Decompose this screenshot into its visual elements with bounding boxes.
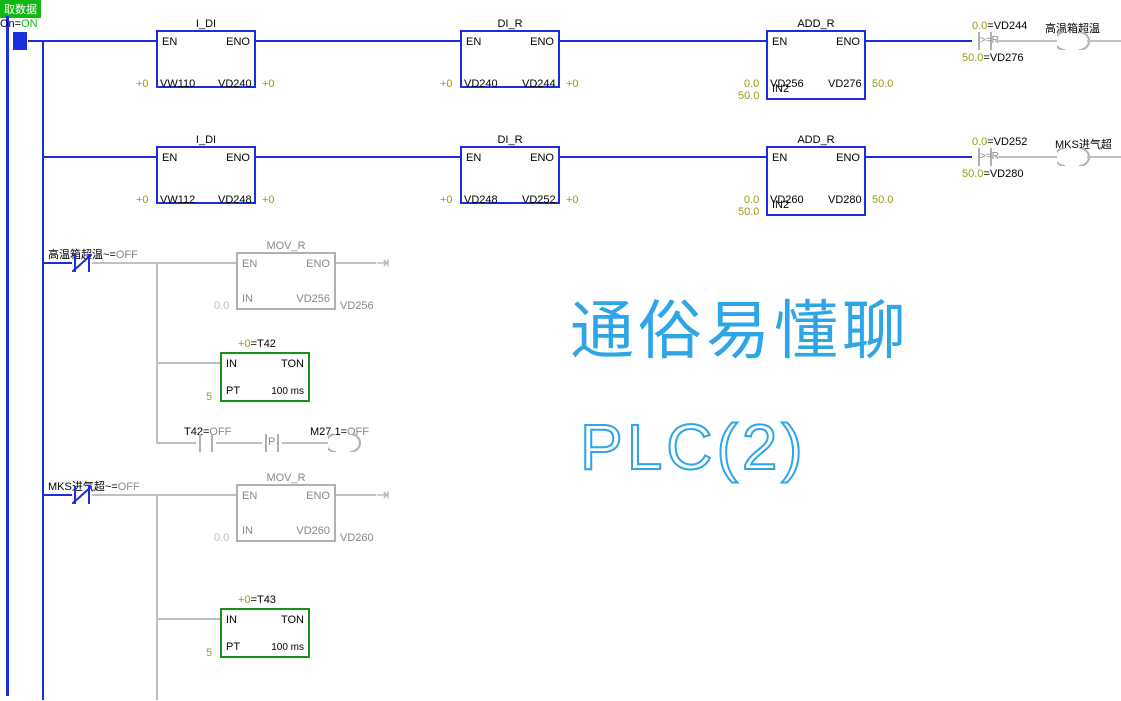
wire <box>1087 40 1121 42</box>
wire <box>156 494 158 618</box>
wire <box>216 442 262 444</box>
block-mov-r-2: MOV_R EN ENO IN VD260 <box>236 484 336 542</box>
wire <box>282 442 328 444</box>
timer-t42-title: +0=T42 <box>238 338 276 350</box>
t42-contact <box>196 434 216 452</box>
wire <box>156 618 220 620</box>
wire <box>156 362 158 442</box>
coil-1 <box>1057 32 1087 50</box>
block-title: I_DI <box>158 134 254 146</box>
wire <box>995 156 1057 158</box>
wire <box>256 156 460 158</box>
wire <box>336 262 376 264</box>
timer-t43-title: +0=T43 <box>238 594 276 606</box>
m27-coil <box>328 434 358 452</box>
wire <box>42 494 72 496</box>
block-title: ADD_R <box>768 134 864 146</box>
wire <box>156 262 158 362</box>
compare-2: 0.0=VD252 <box>972 136 1027 148</box>
wire <box>866 40 972 42</box>
wire <box>42 494 44 700</box>
overlay-subtitle: PLC(2) <box>580 410 807 484</box>
ladder-diagram-canvas: 取数据 On=ON I_DI EN ENO +0 VW110 VD240 +0 … <box>0 0 1121 701</box>
timer-t42: IN TON PT 100 ms <box>220 352 310 402</box>
nc-contact-r3 <box>72 254 92 272</box>
wire <box>42 156 44 262</box>
open-end-icon: ⇥ <box>376 253 389 273</box>
block-title: DI_R <box>462 18 558 30</box>
wire <box>560 40 766 42</box>
wire <box>256 40 460 42</box>
coil-2 <box>1057 148 1087 166</box>
contact-label-r4: MKS进气超~=OFF <box>48 478 140 494</box>
nc-contact-r4 <box>72 486 92 504</box>
wire <box>42 262 44 494</box>
open-end-icon: ⇥ <box>376 485 389 505</box>
block-title: MOV_R <box>238 472 334 484</box>
compare-1-bot: 50.0=VD276 <box>962 52 1023 64</box>
timer-t43: IN TON PT 100 ms <box>220 608 310 658</box>
contact-on-fill <box>15 32 25 50</box>
wire <box>336 494 376 496</box>
wire <box>866 156 972 158</box>
wire <box>560 156 766 158</box>
wire <box>995 40 1057 42</box>
start-contact-label: On=ON <box>0 18 38 30</box>
compare-2-bot: 50.0=VD280 <box>962 168 1023 180</box>
wire <box>156 442 196 444</box>
left-power-rail <box>6 16 9 696</box>
block-title: I_DI <box>158 18 254 30</box>
wire <box>42 40 44 158</box>
contact-label-r3: 高温箱超温~=OFF <box>48 246 138 262</box>
wire <box>28 40 156 42</box>
wire <box>156 618 158 700</box>
overlay-title: 通俗易懂聊 <box>570 280 910 372</box>
wire <box>92 494 236 496</box>
block-title: ADD_R <box>768 18 864 30</box>
block-title: DI_R <box>462 134 558 146</box>
block-mov-r-1: MOV_R EN ENO IN VD256 <box>236 252 336 310</box>
wire <box>42 156 156 158</box>
block-title: MOV_R <box>238 240 334 252</box>
wire <box>156 362 220 364</box>
wire <box>92 262 236 264</box>
wire <box>42 262 72 264</box>
wire <box>1087 156 1121 158</box>
compare-1: 0.0=VD244 <box>972 20 1027 32</box>
